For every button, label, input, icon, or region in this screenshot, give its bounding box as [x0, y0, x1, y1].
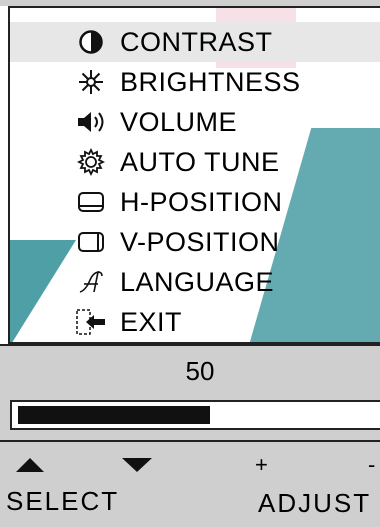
menu-item-label: VOLUME: [120, 106, 238, 137]
down-arrow-icon[interactable]: [122, 458, 152, 472]
h-position-icon: [74, 187, 108, 217]
menu-item-label: V-POSITION: [120, 226, 280, 257]
osd-screen: CONTRAST BRIGHTNESS VOLUME AUTO TUNE H-P…: [0, 0, 380, 527]
adjust-label: ADJUST: [258, 488, 372, 518]
menu-item-label: AUTO TUNE: [120, 146, 280, 177]
menu-item-label: LANGUAGE: [120, 266, 275, 297]
menu-item-label: BRIGHTNESS: [120, 66, 301, 97]
exit-icon: [74, 307, 108, 337]
language-icon: [74, 267, 108, 297]
menu-item-v-position[interactable]: V-POSITION: [10, 222, 380, 262]
menu-item-contrast[interactable]: CONTRAST: [10, 22, 380, 62]
menu-item-label: H-POSITION: [120, 186, 283, 217]
menu-item-auto-tune[interactable]: AUTO TUNE: [10, 142, 380, 182]
menu-item-exit[interactable]: EXIT: [10, 302, 380, 342]
menu-item-label: EXIT: [120, 306, 183, 337]
minus-button[interactable]: -: [368, 452, 375, 478]
auto-tune-icon: [74, 147, 108, 177]
value-readout: 50: [185, 356, 215, 386]
menu-item-h-position[interactable]: H-POSITION: [10, 182, 380, 222]
select-label: SELECT: [6, 486, 120, 516]
menu-item-language[interactable]: LANGUAGE: [10, 262, 380, 302]
level-bar-fill: [18, 406, 210, 424]
up-arrow-icon[interactable]: [16, 458, 44, 472]
menu-item-label: CONTRAST: [120, 26, 273, 57]
osd-menu-panel: CONTRAST BRIGHTNESS VOLUME AUTO TUNE H-P…: [8, 6, 380, 344]
contrast-icon: [74, 27, 108, 57]
menu-item-volume[interactable]: VOLUME: [10, 102, 380, 142]
level-bar-area: [0, 392, 380, 440]
level-bar[interactable]: [10, 400, 380, 430]
value-area: 50: [0, 344, 380, 392]
brightness-icon: [74, 67, 108, 97]
menu-list: CONTRAST BRIGHTNESS VOLUME AUTO TUNE H-P…: [10, 22, 380, 342]
menu-item-brightness[interactable]: BRIGHTNESS: [10, 62, 380, 102]
plus-button[interactable]: +: [255, 452, 268, 478]
volume-icon: [74, 107, 108, 137]
control-buttons: + - SELECT ADJUST: [0, 440, 380, 527]
v-position-icon: [74, 227, 108, 257]
